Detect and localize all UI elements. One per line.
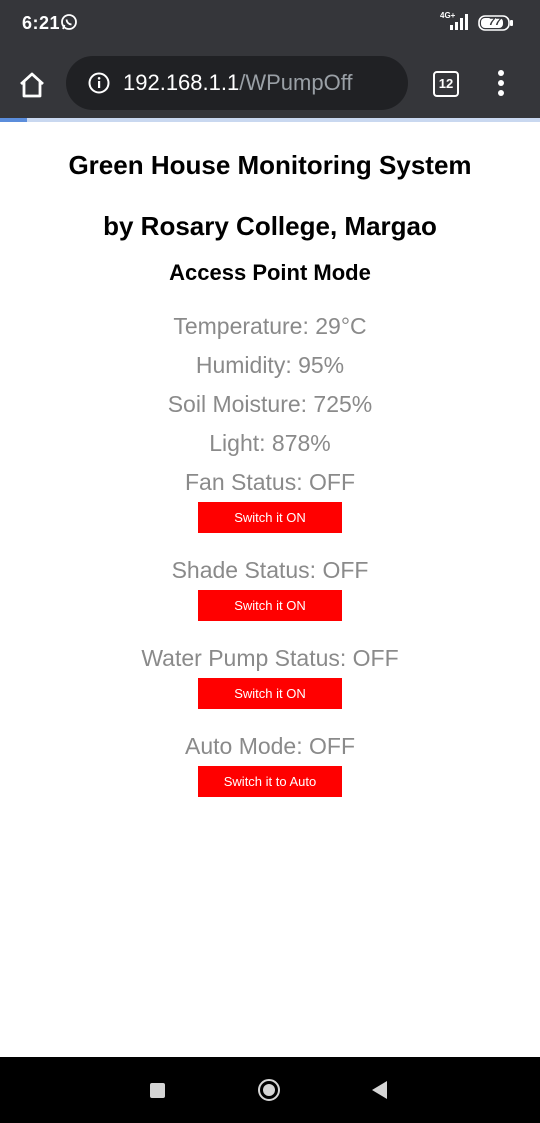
url-text[interactable]: 192.168.1.1/WPumpOff xyxy=(123,70,353,96)
url-host: 192.168.1.1 xyxy=(123,70,240,95)
recents-icon[interactable] xyxy=(150,1083,165,1098)
url-path: /WPumpOff xyxy=(239,70,353,95)
browser-toolbar: 192.168.1.1/WPumpOff 12 xyxy=(0,46,540,120)
sensor-readings: Temperature: 29°C Humidity: 95% Soil Moi… xyxy=(0,307,540,797)
mode-heading: Access Point Mode xyxy=(169,260,371,285)
auto-mode-status: Auto Mode: OFF xyxy=(184,733,355,759)
address-bar[interactable]: 192.168.1.1/WPumpOff xyxy=(66,56,408,110)
water-pump-status: Water Pump Status: OFF xyxy=(141,645,399,671)
status-bar: 6:21 4G+ 77 xyxy=(0,0,540,46)
page-content: Green House Monitoring System by Rosary … xyxy=(0,122,540,797)
page-subtitle: by Rosary College, Margao xyxy=(103,211,437,241)
status-time: 6:21 xyxy=(22,13,61,33)
humidity-reading: Humidity: 95% xyxy=(195,352,345,378)
info-icon[interactable] xyxy=(88,72,110,94)
signal-icon xyxy=(450,14,468,30)
more-vert-icon[interactable] xyxy=(496,70,506,98)
shade-switch-button[interactable]: Switch it ON xyxy=(198,590,342,621)
fan-switch-button[interactable]: Switch it ON xyxy=(198,502,342,533)
light-reading: Light: 878% xyxy=(209,430,331,456)
fan-status: Fan Status: OFF xyxy=(185,469,355,495)
water-pump-switch-button[interactable]: Switch it ON xyxy=(198,678,342,709)
system-nav-bar xyxy=(0,1057,540,1123)
home-icon[interactable] xyxy=(17,70,47,100)
battery-level: 77 xyxy=(488,16,502,28)
back-icon[interactable] xyxy=(372,1081,387,1099)
auto-mode-switch-button[interactable]: Switch it to Auto xyxy=(198,766,342,797)
shade-status: Shade Status: OFF xyxy=(171,557,369,583)
tab-switcher-button[interactable]: 12 xyxy=(433,71,459,97)
whatsapp-icon xyxy=(61,14,77,30)
page-title: Green House Monitoring System xyxy=(68,150,472,180)
temperature-reading: Temperature: 29°C xyxy=(173,313,367,339)
soil-moisture-reading: Soil Moisture: 725% xyxy=(167,391,373,417)
nav-home-icon[interactable] xyxy=(258,1079,280,1101)
